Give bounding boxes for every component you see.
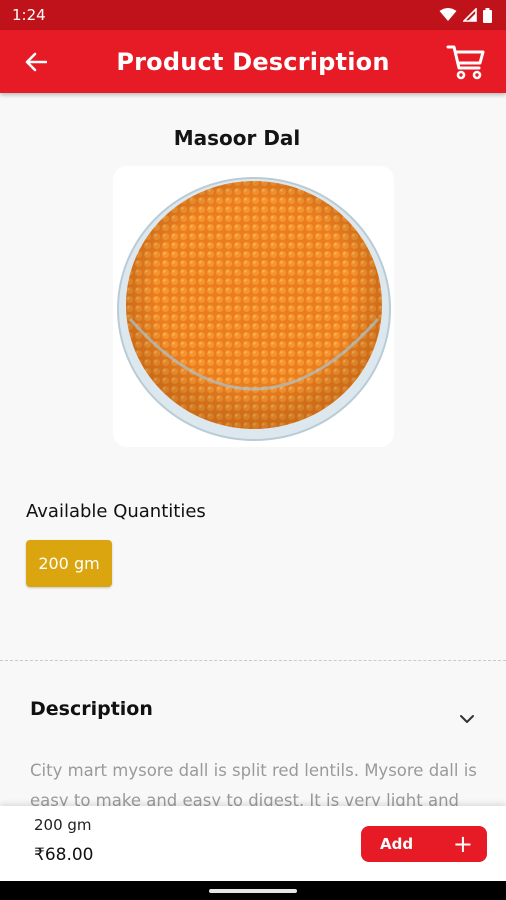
description-title: Description [30, 698, 153, 720]
plus-icon: + [452, 830, 473, 858]
shopping-cart-icon [446, 45, 485, 80]
battery-icon [483, 7, 492, 23]
bottom-cart-bar: 200 gm ₹68.00 Add + [0, 806, 506, 881]
product-image-card [113, 166, 394, 447]
chevron-down-icon [460, 715, 474, 723]
cart-button[interactable] [444, 42, 488, 82]
add-to-cart-button[interactable]: Add + [361, 826, 487, 862]
app-bar: Product Description [0, 30, 506, 93]
product-image [116, 176, 391, 441]
add-button-label: Add [380, 835, 414, 853]
system-navigation-bar [0, 881, 506, 900]
quantity-option-200gm[interactable]: 200 gm [26, 540, 112, 587]
back-button[interactable] [20, 46, 52, 78]
product-name: Masoor Dal [173, 126, 301, 150]
section-divider [0, 660, 506, 661]
description-toggle[interactable] [456, 708, 478, 730]
status-bar: 1:24 [0, 0, 506, 30]
price: ₹68.00 [34, 845, 94, 865]
wifi-icon [439, 8, 457, 21]
status-icons [439, 7, 492, 23]
arrow-left-icon [25, 52, 47, 72]
status-time: 1:24 [12, 6, 46, 24]
page-title: Product Description [116, 47, 390, 76]
selected-quantity: 200 gm [34, 816, 92, 834]
signal-icon [463, 8, 477, 22]
home-gesture-handle[interactable] [209, 888, 297, 893]
available-quantities-label: Available Quantities [26, 501, 206, 522]
